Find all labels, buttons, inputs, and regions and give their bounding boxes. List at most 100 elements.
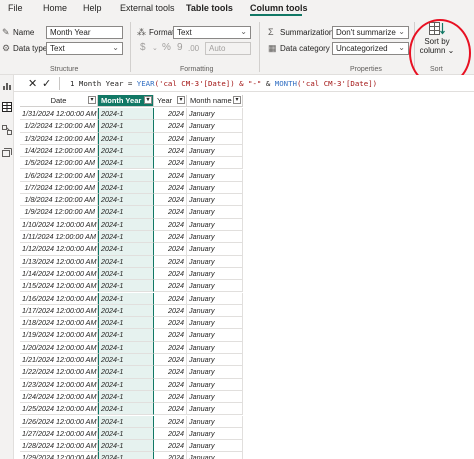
column-filter-icon[interactable]: ▾ — [177, 96, 185, 104]
month-year-cell[interactable]: 2024-1 — [98, 415, 154, 428]
month-year-cell[interactable]: 2024-1 — [98, 243, 154, 256]
month-name-cell[interactable]: January — [187, 218, 243, 231]
year-cell[interactable]: 2024 — [154, 169, 187, 182]
name-input[interactable]: Month Year — [46, 26, 123, 39]
month-name-cell[interactable]: January — [187, 157, 243, 170]
column-header-year[interactable]: Year ▾ — [154, 95, 187, 107]
month-name-cell[interactable]: January — [187, 427, 243, 441]
year-cell[interactable]: 2024 — [154, 440, 187, 453]
month-year-cell[interactable]: 2024-1 — [98, 341, 154, 354]
year-cell[interactable]: 2024 — [154, 181, 187, 195]
table-row[interactable]: 1/11/2024 12:00:00 AM 2024-1 2024 January — [14, 231, 243, 244]
table-row[interactable]: 1/8/2024 12:00:00 AM 2024-1 2024 January — [14, 194, 243, 207]
table-row[interactable]: 1/2/2024 12:00:00 AM 2024-1 2024 January — [14, 120, 243, 133]
month-name-cell[interactable]: January — [187, 144, 243, 158]
month-name-cell[interactable]: January — [187, 366, 243, 379]
column-header-date[interactable]: Date ▾ — [20, 95, 98, 107]
table-row[interactable]: 1/5/2024 12:00:00 AM 2024-1 2024 January — [14, 157, 243, 170]
date-cell[interactable]: 1/19/2024 12:00:00 AM — [20, 329, 98, 342]
month-year-cell[interactable]: 2024-1 — [98, 452, 154, 459]
year-cell[interactable]: 2024 — [154, 157, 187, 170]
date-cell[interactable]: 1/25/2024 12:00:00 AM — [20, 403, 98, 416]
month-name-cell[interactable]: January — [187, 194, 243, 207]
year-cell[interactable]: 2024 — [154, 108, 187, 121]
column-header-month-year[interactable]: Month Year ▾ — [98, 95, 154, 107]
month-year-cell[interactable]: 2024-1 — [98, 231, 154, 244]
month-name-cell[interactable]: January — [187, 120, 243, 133]
year-cell[interactable]: 2024 — [154, 206, 187, 219]
year-cell[interactable]: 2024 — [154, 341, 187, 354]
year-cell[interactable]: 2024 — [154, 218, 187, 231]
month-year-cell[interactable]: 2024-1 — [98, 280, 154, 293]
commit-formula-icon[interactable]: ✓ — [42, 77, 51, 90]
month-year-cell[interactable]: 2024-1 — [98, 317, 154, 330]
currency-dropdown-icon[interactable]: ⌄ — [152, 44, 158, 52]
date-cell[interactable]: 1/17/2024 12:00:00 AM — [20, 304, 98, 318]
table-row[interactable]: 1/4/2024 12:00:00 AM 2024-1 2024 January — [14, 144, 243, 158]
month-year-cell[interactable]: 2024-1 — [98, 403, 154, 416]
month-name-cell[interactable]: January — [187, 452, 243, 459]
table-row[interactable]: 1/14/2024 12:00:00 AM 2024-1 2024 January — [14, 267, 243, 281]
report-view-icon[interactable] — [2, 81, 12, 91]
column-filter-icon[interactable]: ▾ — [144, 96, 152, 104]
decimal-places-stepper[interactable]: Auto — [205, 42, 251, 55]
month-name-cell[interactable]: January — [187, 329, 243, 342]
menu-external-tools[interactable]: External tools — [120, 3, 175, 13]
month-year-cell[interactable]: 2024-1 — [98, 304, 154, 318]
year-cell[interactable]: 2024 — [154, 390, 187, 404]
dax-query-icon[interactable] — [2, 148, 12, 158]
cancel-formula-icon[interactable]: ✕ — [28, 77, 37, 90]
table-row[interactable]: 1/6/2024 12:00:00 AM 2024-1 2024 January — [14, 169, 243, 182]
year-cell[interactable]: 2024 — [154, 403, 187, 416]
month-year-cell[interactable]: 2024-1 — [98, 267, 154, 281]
table-row[interactable]: 1/29/2024 12:00:00 AM 2024-1 2024 January — [14, 452, 243, 459]
date-cell[interactable]: 1/28/2024 12:00:00 AM — [20, 440, 98, 453]
format-select[interactable]: Text ⌄ — [173, 26, 251, 39]
year-cell[interactable]: 2024 — [154, 415, 187, 428]
date-cell[interactable]: 1/8/2024 12:00:00 AM — [20, 194, 98, 207]
date-cell[interactable]: 1/15/2024 12:00:00 AM — [20, 280, 98, 293]
month-name-cell[interactable]: January — [187, 317, 243, 330]
month-name-cell[interactable]: January — [187, 292, 243, 305]
column-filter-icon[interactable]: ▾ — [233, 96, 241, 104]
month-year-cell[interactable]: 2024-1 — [98, 194, 154, 207]
year-cell[interactable]: 2024 — [154, 452, 187, 459]
menu-home[interactable]: Home — [43, 3, 67, 13]
column-filter-icon[interactable]: ▾ — [88, 96, 96, 104]
month-year-cell[interactable]: 2024-1 — [98, 255, 154, 268]
year-cell[interactable]: 2024 — [154, 366, 187, 379]
table-row[interactable]: 1/10/2024 12:00:00 AM 2024-1 2024 January — [14, 218, 243, 231]
year-cell[interactable]: 2024 — [154, 243, 187, 256]
year-cell[interactable]: 2024 — [154, 329, 187, 342]
date-cell[interactable]: 1/12/2024 12:00:00 AM — [20, 243, 98, 256]
year-cell[interactable]: 2024 — [154, 267, 187, 281]
date-cell[interactable]: 1/29/2024 12:00:00 AM — [20, 452, 98, 459]
month-name-cell[interactable]: January — [187, 206, 243, 219]
month-name-cell[interactable]: January — [187, 243, 243, 256]
currency-format-button[interactable]: $ — [140, 42, 146, 53]
summarization-select[interactable]: Don't summarize ⌄ — [332, 26, 409, 39]
table-row[interactable]: 1/22/2024 12:00:00 AM 2024-1 2024 January — [14, 366, 243, 379]
table-row[interactable]: 1/16/2024 12:00:00 AM 2024-1 2024 January — [14, 292, 243, 305]
date-cell[interactable]: 1/11/2024 12:00:00 AM — [20, 231, 98, 244]
date-cell[interactable]: 1/31/2024 12:00:00 AM — [20, 108, 98, 121]
comma-format-button[interactable]: 9 — [177, 42, 183, 53]
month-name-cell[interactable]: January — [187, 280, 243, 293]
table-row[interactable]: 1/3/2024 12:00:00 AM 2024-1 2024 January — [14, 132, 243, 145]
month-year-cell[interactable]: 2024-1 — [98, 157, 154, 170]
table-row[interactable]: 1/17/2024 12:00:00 AM 2024-1 2024 January — [14, 304, 243, 318]
month-year-cell[interactable]: 2024-1 — [98, 169, 154, 182]
table-view-icon[interactable] — [2, 102, 12, 112]
table-row[interactable]: 1/23/2024 12:00:00 AM 2024-1 2024 January — [14, 378, 243, 391]
table-row[interactable]: 1/25/2024 12:00:00 AM 2024-1 2024 January — [14, 403, 243, 416]
model-view-icon[interactable] — [2, 125, 12, 135]
month-name-cell[interactable]: January — [187, 231, 243, 244]
date-cell[interactable]: 1/18/2024 12:00:00 AM — [20, 317, 98, 330]
year-cell[interactable]: 2024 — [154, 132, 187, 145]
month-name-cell[interactable]: January — [187, 341, 243, 354]
table-row[interactable]: 1/12/2024 12:00:00 AM 2024-1 2024 January — [14, 243, 243, 256]
year-cell[interactable]: 2024 — [154, 231, 187, 244]
month-name-cell[interactable]: January — [187, 390, 243, 404]
month-year-cell[interactable]: 2024-1 — [98, 378, 154, 391]
month-year-cell[interactable]: 2024-1 — [98, 132, 154, 145]
